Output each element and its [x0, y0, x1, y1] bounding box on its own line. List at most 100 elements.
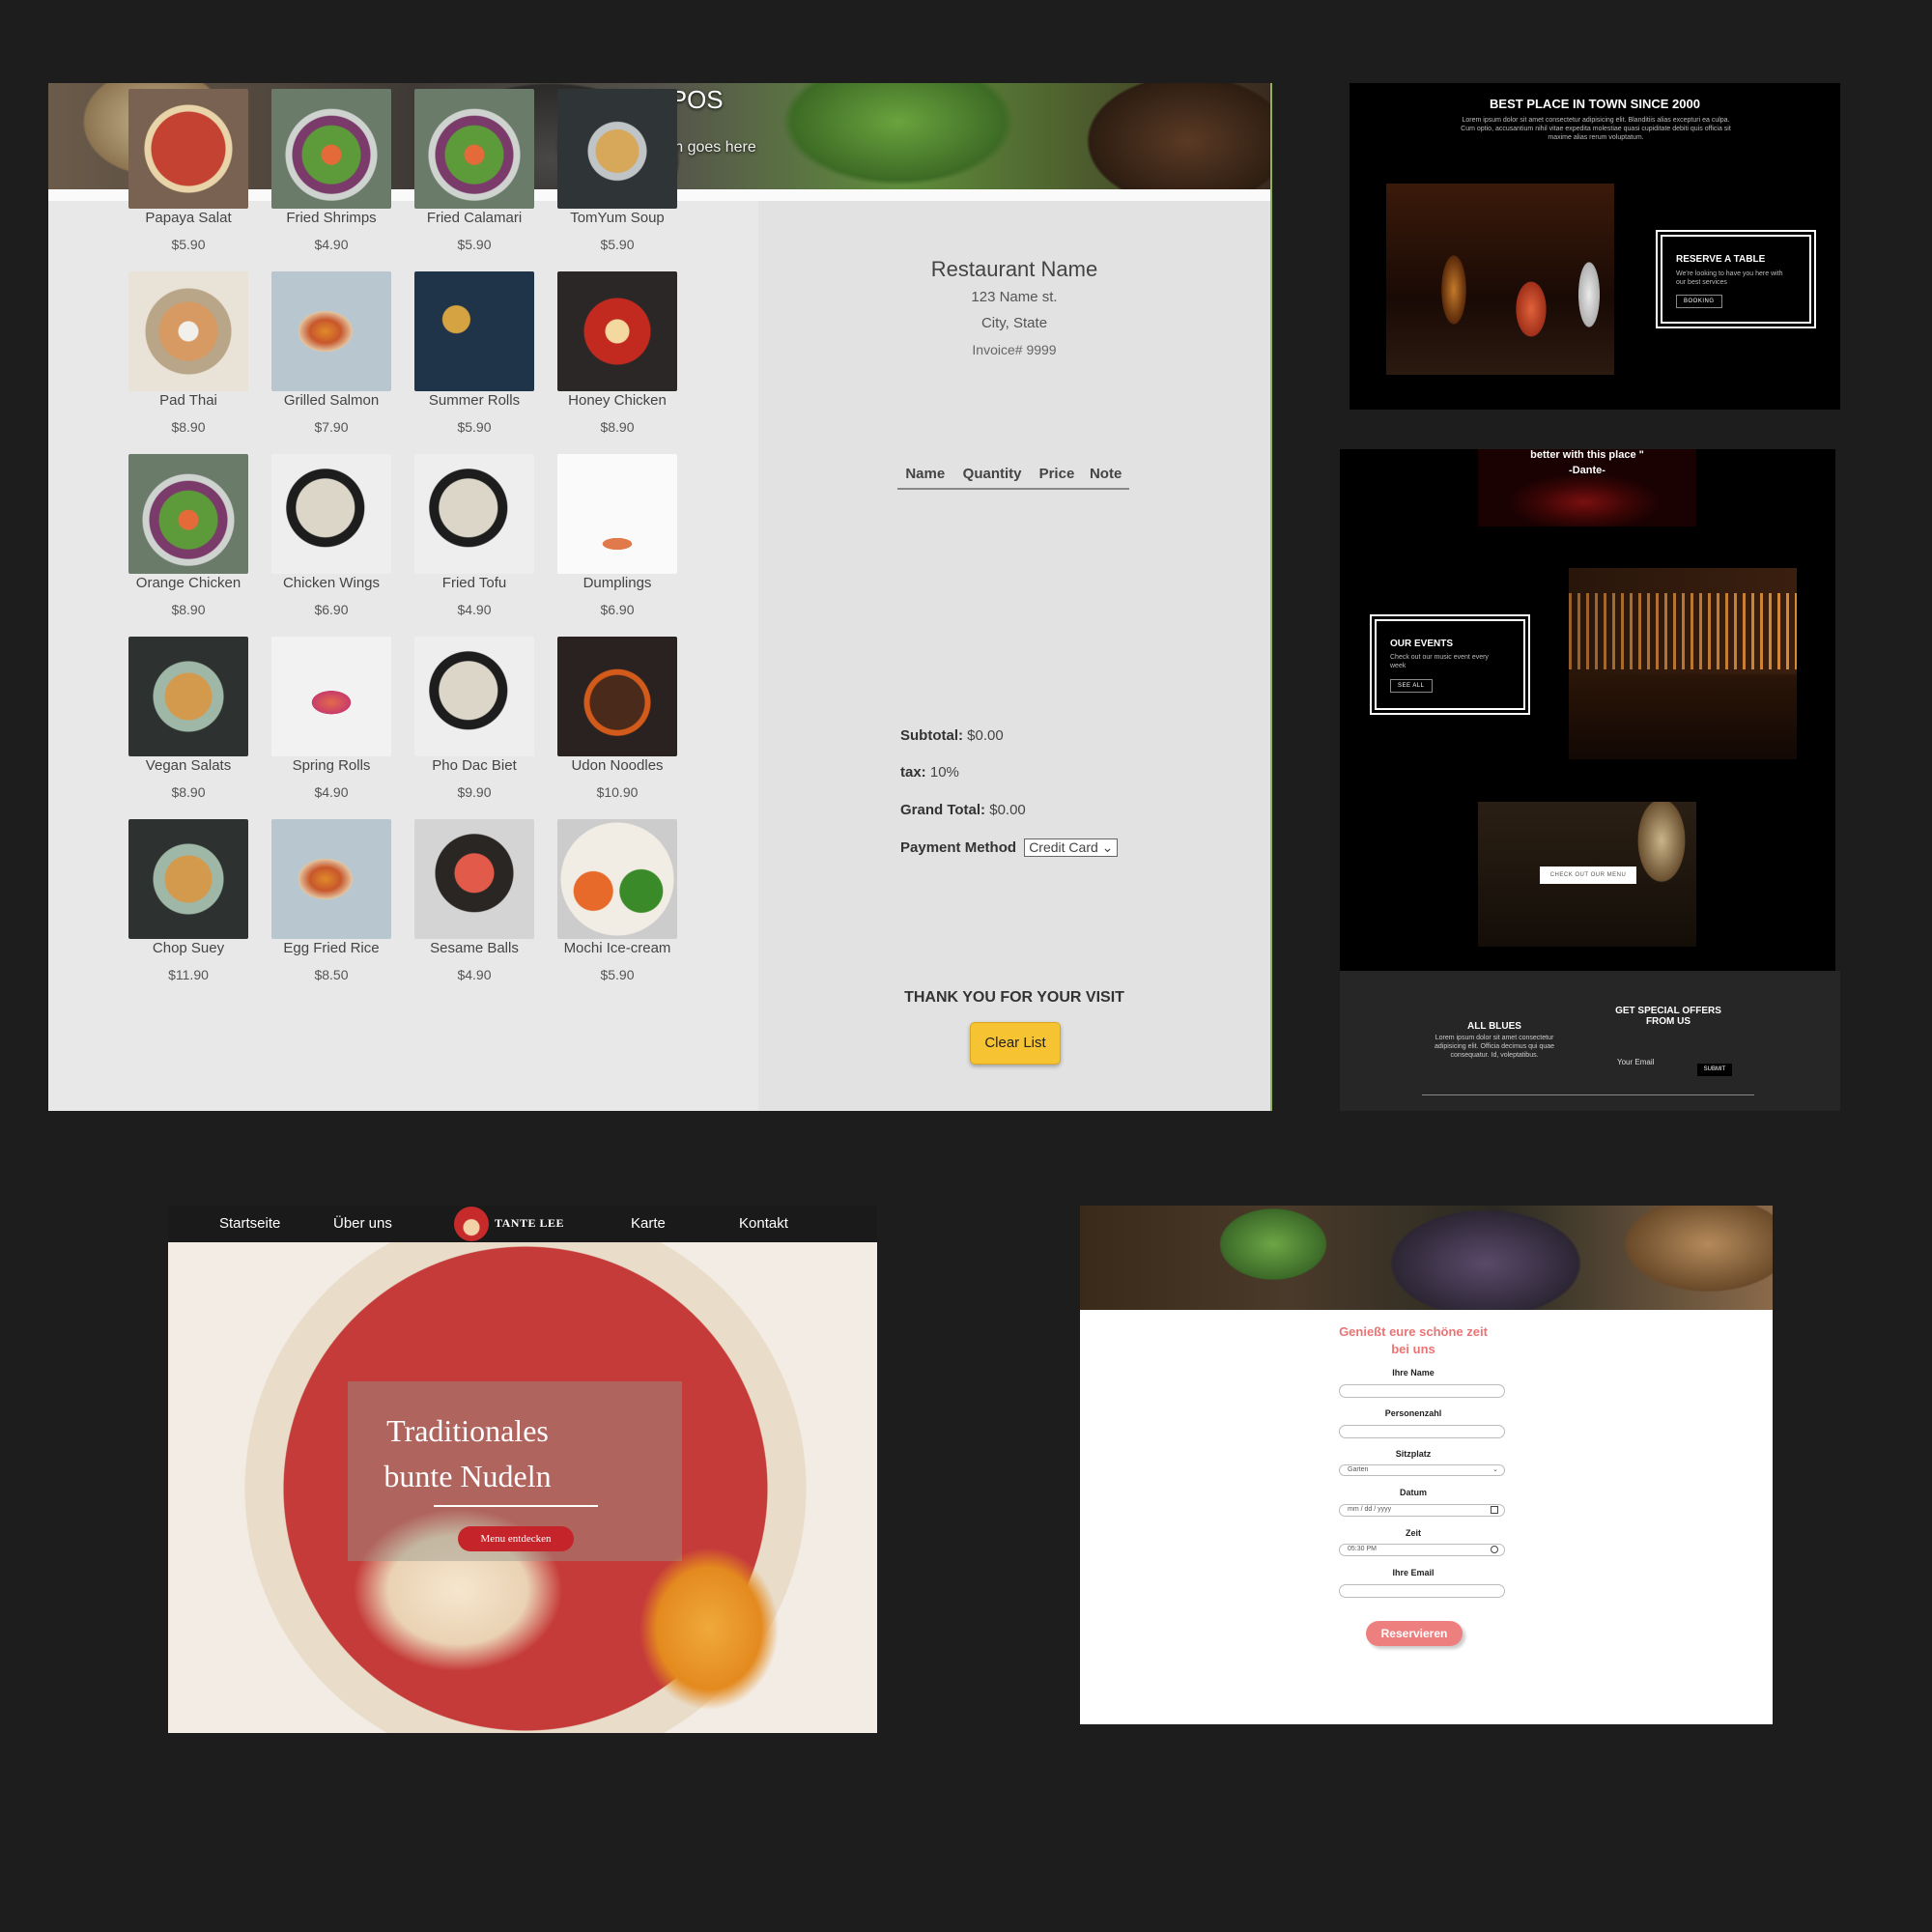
menu-item[interactable]: Mochi Ice-cream $5.90	[554, 819, 680, 982]
date-label: Datum	[1399, 1488, 1427, 1497]
seat-select[interactable]: Garten ⌄	[1339, 1464, 1505, 1476]
menu-item-photo[interactable]	[128, 271, 248, 391]
chevron-down-icon: ⌄	[1101, 839, 1114, 855]
menu-item[interactable]: Pad Thai $8.90	[126, 271, 251, 435]
menu-item-photo[interactable]	[128, 89, 248, 209]
menu-item[interactable]: Spring Rolls $4.90	[269, 637, 394, 800]
pos-panel: Vfresh POS Restaurant slogan goes here P…	[48, 83, 1272, 1111]
time-input[interactable]: 05:30 PM	[1339, 1544, 1505, 1556]
see-all-button[interactable]: SEE ALL	[1390, 679, 1433, 693]
menu-item[interactable]: Fried Calamari $5.90	[412, 89, 537, 252]
menu-item-photo[interactable]	[271, 454, 391, 574]
menu-item-photo[interactable]	[271, 637, 391, 756]
menu-item[interactable]: Fried Shrimps $4.90	[269, 89, 394, 252]
tax-row: tax: 10%	[900, 764, 959, 781]
menu-item-name: Pho Dac Biet	[432, 757, 517, 774]
menu-item[interactable]: TomYum Soup $5.90	[554, 89, 680, 252]
menu-button[interactable]: CHECK OUT OUR MENU	[1540, 867, 1636, 884]
email-field[interactable]	[1339, 1584, 1505, 1598]
menu-item-name: Honey Chicken	[568, 392, 667, 409]
menu-item[interactable]: Grilled Salmon $7.90	[269, 271, 394, 435]
menu-item[interactable]: Dumplings $6.90	[554, 454, 680, 617]
menu-item-photo[interactable]	[557, 89, 677, 209]
bar-counter-overlay	[1569, 568, 1797, 759]
menu-item-name: Orange Chicken	[135, 575, 242, 591]
menu-item[interactable]: Summer Rolls $5.90	[412, 271, 537, 435]
nav-kontakt[interactable]: Kontakt	[739, 1215, 788, 1232]
people-input[interactable]	[1339, 1425, 1505, 1438]
menu-item-price: $6.90	[314, 602, 349, 617]
menu-item-photo[interactable]	[414, 89, 534, 209]
menu-item[interactable]: Vegan Salats $8.90	[126, 637, 251, 800]
menu-item-photo[interactable]	[128, 454, 248, 574]
restaurant-address: 123 Name st.	[971, 289, 1058, 305]
menu-item-photo[interactable]	[271, 271, 391, 391]
email-input[interactable]: Your Email	[1617, 1058, 1654, 1066]
menu-item[interactable]: Orange Chicken $8.90	[126, 454, 251, 617]
menu-item[interactable]: Chicken Wings $6.90	[269, 454, 394, 617]
menu-item-photo[interactable]	[414, 271, 534, 391]
offers-title: GET SPECIAL OFFERS FROM US	[1615, 1006, 1721, 1027]
menu-item-photo[interactable]	[271, 89, 391, 209]
menu-entdecken-button[interactable]: Menu entdecken	[458, 1526, 574, 1551]
clear-list-button[interactable]: Clear List	[970, 1022, 1061, 1065]
clock-icon[interactable]	[1491, 1546, 1498, 1553]
menu-item-photo[interactable]	[557, 819, 677, 939]
seat-label: Sitzplatz	[1395, 1449, 1432, 1459]
menu-item[interactable]: Honey Chicken $8.90	[554, 271, 680, 435]
menu-item-name: Mochi Ice-cream	[563, 940, 671, 956]
menu-item-price: $8.50	[314, 967, 349, 982]
col-price: Price	[1038, 466, 1075, 482]
hero-title: Traditionales bunte Nudeln	[384, 1413, 552, 1493]
menu-item-price: $10.90	[596, 784, 639, 800]
menu-item[interactable]: Chop Suey $11.90	[126, 819, 251, 982]
menu-item[interactable]: Egg Fried Rice $8.50	[269, 819, 394, 982]
payment-label: Payment Method	[900, 839, 1017, 856]
menu-item-photo[interactable]	[557, 454, 677, 574]
subtotal-value: $0.00	[967, 727, 1004, 744]
payment-method-select[interactable]: Credit Card ⌄	[1024, 838, 1119, 857]
calendar-icon[interactable]	[1491, 1506, 1498, 1514]
menu-item[interactable]: Udon Noodles $10.90	[554, 637, 680, 800]
menu-item-price: $4.90	[457, 967, 492, 982]
subtotal-row: Subtotal: $0.00	[900, 727, 1004, 744]
menu-item-name: Spring Rolls	[292, 757, 371, 774]
menu-item-photo[interactable]	[128, 637, 248, 756]
date-input[interactable]: mm / dd / yyyy	[1339, 1504, 1505, 1517]
subtotal-label: Subtotal:	[900, 727, 963, 744]
reservieren-button[interactable]: Reservieren	[1366, 1621, 1463, 1646]
menu-item[interactable]: Pho Dac Biet $9.90	[412, 637, 537, 800]
people-label: Personenzahl	[1384, 1408, 1442, 1418]
menu-item-name: Fried Tofu	[441, 575, 507, 591]
bar-footer: ALL BLUES Lorem ipsum dolor sit amet con…	[1340, 971, 1840, 1111]
date-placeholder: mm / dd / yyyy	[1348, 1506, 1392, 1513]
nav-karte[interactable]: Karte	[631, 1215, 666, 1232]
menu-item-photo[interactable]	[128, 819, 248, 939]
submit-button[interactable]: SUBMIT	[1697, 1064, 1732, 1076]
menu-item-photo[interactable]	[271, 819, 391, 939]
events-title: OUR EVENTS	[1390, 639, 1454, 649]
bar-intro: Lorem ipsum dolor sit amet consectetur a…	[1461, 117, 1731, 141]
nav-startseite[interactable]: Startseite	[219, 1215, 280, 1232]
name-input[interactable]	[1339, 1384, 1505, 1398]
menu-item-price: $7.90	[314, 419, 349, 435]
menu-item-photo[interactable]	[557, 271, 677, 391]
menu-item[interactable]: Fried Tofu $4.90	[412, 454, 537, 617]
logo-text[interactable]: TANTE LEE	[495, 1216, 564, 1231]
chevron-down-icon: ⌄	[1492, 1466, 1498, 1473]
menu-item[interactable]: Papaya Salat $5.90	[126, 89, 251, 252]
hero-underline	[434, 1505, 598, 1507]
menu-item-photo[interactable]	[557, 637, 677, 756]
menu-item-photo[interactable]	[414, 819, 534, 939]
menu-item-photo[interactable]	[414, 454, 534, 574]
bar-events-panel: better with this place " -Dante- OUR EVE…	[1340, 449, 1835, 971]
menu-item-photo[interactable]	[414, 637, 534, 756]
menu-item-name: Egg Fried Rice	[283, 940, 380, 956]
menu-item-name: Vegan Salats	[145, 757, 232, 774]
booking-button[interactable]: BOOKING	[1676, 295, 1722, 308]
nav-ueber-uns[interactable]: Über uns	[333, 1215, 392, 1232]
name-label: Ihre Name	[1392, 1368, 1435, 1378]
menu-item[interactable]: Sesame Balls $4.90	[412, 819, 537, 982]
tante-lee-logo-icon[interactable]	[454, 1207, 489, 1241]
footer-text: Lorem ipsum dolor sit amet consectetur a…	[1435, 1035, 1554, 1059]
